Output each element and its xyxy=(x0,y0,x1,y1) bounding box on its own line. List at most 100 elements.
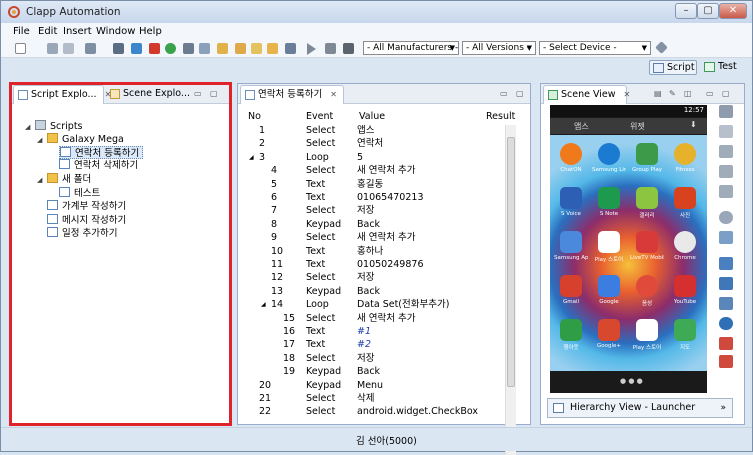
phone-tab-apps[interactable]: 앱스 xyxy=(574,121,589,132)
delete-icon[interactable] xyxy=(149,43,160,54)
menu-insert[interactable]: Insert xyxy=(63,26,92,37)
column-header-value[interactable]: Value xyxy=(359,111,385,122)
phone-tab-widgets[interactable]: 위젯 xyxy=(630,121,645,132)
phone-app-icon[interactable] xyxy=(674,231,696,253)
phone-app-icon[interactable] xyxy=(674,275,696,297)
export-icon[interactable] xyxy=(267,43,278,54)
menu-window[interactable]: Window xyxy=(96,26,135,37)
table-row[interactable]: 1 Select 앱스 xyxy=(239,124,509,137)
version-select[interactable]: - All Versions - ▼ xyxy=(462,41,536,55)
view-option-icon[interactable]: ◫ xyxy=(684,89,692,98)
view-option-icon[interactable]: ✎ xyxy=(669,89,676,98)
close-tab-icon[interactable]: ✕ xyxy=(624,90,631,99)
menu-edit[interactable]: Edit xyxy=(38,26,57,37)
phone-app-icon[interactable] xyxy=(636,187,658,209)
manufacturer-select[interactable]: - All Manufacturers - ▼ xyxy=(363,41,459,55)
table-row[interactable]: 15 Select 새 연락처 추가 xyxy=(239,312,509,325)
test-perspective-button[interactable]: Test xyxy=(701,60,741,75)
tree-node-contact-delete[interactable]: 연락처 삭제하기 xyxy=(59,159,138,172)
tab-script-explorer[interactable]: Script Explo... ✕ xyxy=(13,85,111,104)
play-icon[interactable] xyxy=(307,43,316,55)
table-row[interactable]: 6 Text 01065470213 xyxy=(239,191,509,204)
table-row[interactable]: 10 Text 홍하나 xyxy=(239,245,509,258)
maximize-view-icon[interactable]: ▢ xyxy=(210,89,218,98)
minimize-view-icon[interactable]: ▭ xyxy=(194,89,202,98)
volume-up-icon[interactable] xyxy=(719,337,733,350)
phone-app-icon[interactable] xyxy=(598,319,620,341)
vertical-scrollbar[interactable] xyxy=(505,125,516,455)
table-row[interactable]: ◢ 14 Loop Data Set(전화부추가) xyxy=(239,298,509,311)
table-row[interactable]: 17 Text #2 xyxy=(239,338,509,351)
tree-node-schedule[interactable]: 일정 추가하기 xyxy=(47,227,117,240)
text-icon[interactable] xyxy=(719,125,733,138)
phone-app-icon[interactable] xyxy=(674,319,696,341)
refresh-icon[interactable] xyxy=(165,43,176,54)
expand-icon[interactable]: ◢ xyxy=(37,174,47,187)
record-icon[interactable] xyxy=(113,43,124,54)
phone-app-icon[interactable] xyxy=(560,319,582,341)
save-icon[interactable] xyxy=(47,43,58,54)
hierarchy-view-select[interactable]: Hierarchy View - Launcher » xyxy=(547,398,733,418)
phone-app-icon[interactable] xyxy=(560,187,582,209)
swipe-icon[interactable] xyxy=(719,145,733,158)
phone-app-icon[interactable] xyxy=(598,143,620,165)
image-icon[interactable] xyxy=(199,43,210,54)
new-icon[interactable] xyxy=(15,43,26,54)
minimize-view-icon[interactable]: ▭ xyxy=(706,89,714,98)
tree-node-scripts[interactable]: ◢ Scripts xyxy=(25,120,83,133)
grid-icon[interactable] xyxy=(719,105,733,118)
tree-node-new-folder[interactable]: ◢ 새 폴더 xyxy=(37,173,91,186)
gesture-icon[interactable] xyxy=(719,185,733,198)
expand-icon[interactable]: ◢ xyxy=(261,298,266,311)
minimize-view-icon[interactable]: ▭ xyxy=(500,89,508,98)
view-option-icon[interactable]: ▤ xyxy=(654,89,662,98)
table-row[interactable]: 2 Select 연락처 xyxy=(239,137,509,150)
phone-app-icon[interactable] xyxy=(560,231,582,253)
phone-app-icon[interactable] xyxy=(636,319,658,341)
edit-icon[interactable] xyxy=(251,43,262,54)
minimize-button[interactable]: – xyxy=(675,3,697,19)
paste-icon[interactable] xyxy=(235,43,246,54)
phone-app-icon[interactable] xyxy=(598,275,620,297)
phone-app-icon[interactable] xyxy=(636,143,658,165)
phone-app-icon[interactable] xyxy=(636,275,658,297)
tab-scene-explorer[interactable]: Scene Explo... xyxy=(106,85,190,104)
tree-node-test[interactable]: 테스트 xyxy=(59,187,100,200)
table-row[interactable]: 22 Select android.widget.CheckBox xyxy=(239,405,509,418)
column-header-no[interactable]: No xyxy=(248,111,261,122)
menu-help[interactable]: Help xyxy=(139,26,162,37)
phone-app-icon[interactable] xyxy=(674,187,696,209)
step-icon[interactable] xyxy=(325,43,336,54)
phone-app-icon[interactable] xyxy=(636,231,658,253)
import-icon[interactable] xyxy=(285,43,296,54)
back-icon[interactable] xyxy=(719,277,733,290)
tree-node-budget[interactable]: 가계부 작성하기 xyxy=(47,200,126,213)
table-row[interactable]: 4 Select 새 연락처 추가 xyxy=(239,164,509,177)
tab-editor[interactable]: 연락처 등록하기 ✕ xyxy=(240,85,344,104)
table-row[interactable]: 18 Select 저장 xyxy=(239,352,509,365)
table-row[interactable]: 13 Keypad Back xyxy=(239,285,509,298)
expand-icon[interactable]: ◢ xyxy=(25,121,35,134)
close-tab-icon[interactable]: ✕ xyxy=(330,90,337,99)
capture-icon[interactable] xyxy=(183,43,194,54)
table-row[interactable]: 19 Keypad Back xyxy=(239,365,509,378)
table-row[interactable]: ◢ 3 Loop 5 xyxy=(239,151,509,164)
table-row[interactable]: 12 Select 저장 xyxy=(239,271,509,284)
table-row[interactable]: 7 Select 저장 xyxy=(239,204,509,217)
zoom-icon[interactable] xyxy=(719,211,733,224)
table-row[interactable]: 20 Keypad Menu xyxy=(239,379,509,392)
tree-node-galaxy-mega[interactable]: ◢ Galaxy Mega xyxy=(37,133,124,146)
script-perspective-button[interactable]: Script xyxy=(649,60,697,75)
scrollbar-thumb[interactable] xyxy=(507,137,515,387)
phone-app-icon[interactable] xyxy=(560,275,582,297)
table-row[interactable]: 8 Keypad Back xyxy=(239,218,509,231)
device-icon[interactable] xyxy=(85,43,96,54)
maximize-view-icon[interactable]: ▢ xyxy=(516,89,524,98)
volume-down-icon[interactable] xyxy=(719,355,733,368)
maximize-button[interactable]: ▢ xyxy=(697,3,719,19)
maximize-view-icon[interactable]: ▢ xyxy=(722,89,730,98)
connect-icon[interactable] xyxy=(655,41,668,54)
device-select[interactable]: - Select Device - ▼ xyxy=(539,41,651,55)
tab-scene-view[interactable]: Scene View ✕ xyxy=(543,85,630,104)
upload-icon[interactable] xyxy=(131,43,142,54)
